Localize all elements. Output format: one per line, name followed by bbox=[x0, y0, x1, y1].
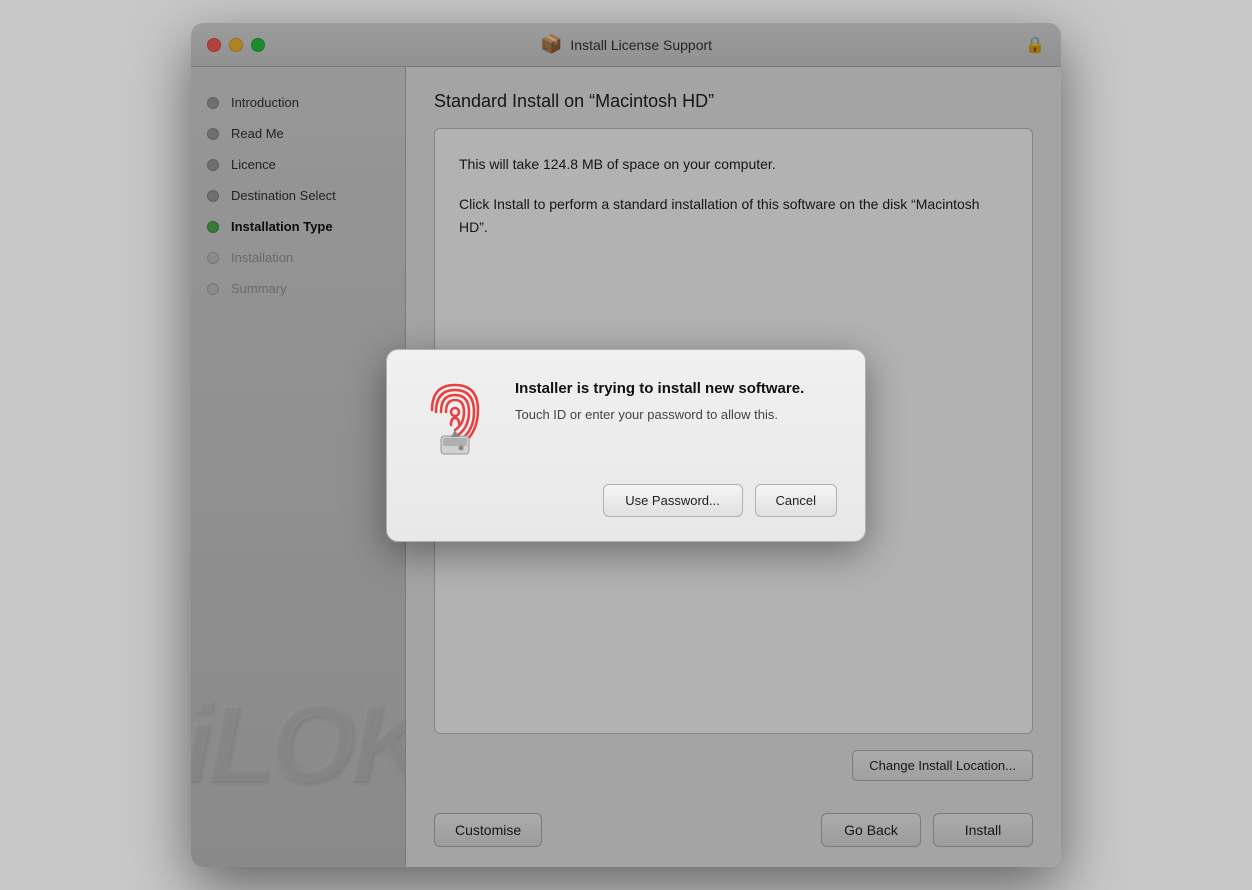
modal-text: Installer is trying to install new softw… bbox=[515, 380, 837, 425]
installer-window: 📦 Install License Support 🔒 iLOK Introdu… bbox=[191, 23, 1061, 867]
modal-cancel-button[interactable]: Cancel bbox=[755, 484, 837, 517]
use-password-button[interactable]: Use Password... bbox=[603, 484, 743, 517]
auth-modal: Installer is trying to install new softw… bbox=[386, 349, 866, 542]
modal-buttons: Use Password... Cancel bbox=[415, 484, 837, 517]
modal-title: Installer is trying to install new softw… bbox=[515, 380, 837, 397]
modal-content: Installer is trying to install new softw… bbox=[415, 380, 837, 460]
fingerprint-icon bbox=[415, 380, 495, 460]
modal-icon bbox=[415, 380, 495, 460]
modal-overlay: Installer is trying to install new softw… bbox=[191, 23, 1061, 867]
modal-subtitle: Touch ID or enter your password to allow… bbox=[515, 405, 837, 425]
